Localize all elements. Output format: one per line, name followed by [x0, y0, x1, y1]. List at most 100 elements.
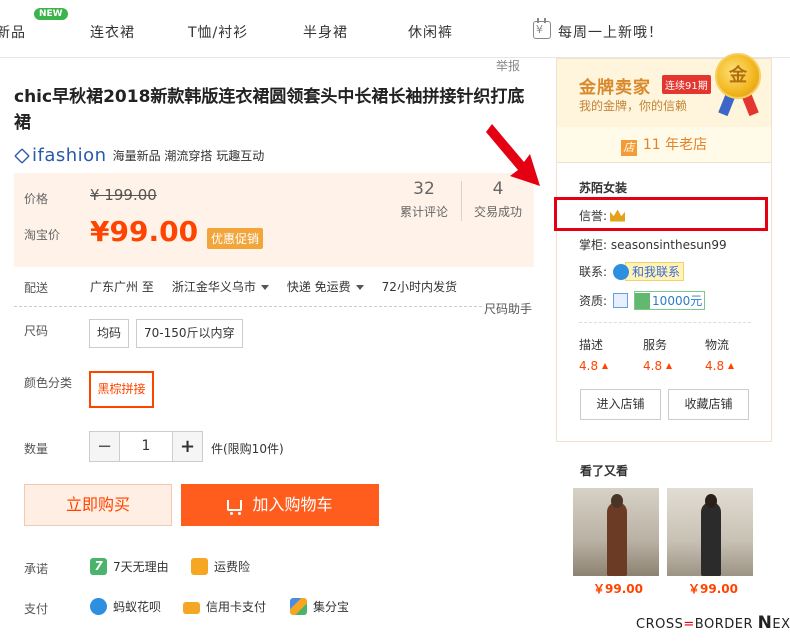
id-card-icon[interactable] [613, 293, 629, 308]
truck-icon [191, 558, 208, 575]
decrement-button[interactable]: − [89, 431, 120, 462]
keeper-row: 掌柜: seasonsinthesun99 [579, 236, 727, 253]
cart-icon [227, 500, 243, 515]
credit-highlight-box [554, 197, 768, 231]
ship-method: 快递 免运费 [286, 280, 351, 294]
score-service: 服务 4.8 [643, 336, 673, 373]
shop-years-label: 11 年老店 [642, 137, 708, 153]
contact-seller-button[interactable]: 和我联系 [613, 262, 685, 281]
review-stat[interactable]: 32 累计评论 [394, 179, 454, 220]
also-viewed-thumb-2[interactable] [667, 488, 753, 576]
promo-badge[interactable]: 优惠促销 [207, 228, 264, 249]
chevron-down-icon [260, 285, 269, 290]
divider [579, 322, 751, 323]
jifenbao-icon [290, 598, 307, 615]
review-count: 32 [413, 179, 435, 199]
color-label: 颜色分类 [24, 376, 73, 390]
enter-shop-button[interactable]: 进入店铺 [580, 389, 661, 420]
score-name: 描述 [579, 338, 604, 352]
gold-seller-subtitle: 我的金牌，你的信赖 [579, 99, 688, 113]
brand-row: ifashion 海量新品 潮流穿搭 玩趣互动 [14, 145, 264, 166]
nav-item-dress[interactable]: 连衣裙 [90, 22, 135, 42]
huabei-icon [90, 598, 107, 615]
seven-day-icon: 7 [90, 558, 107, 575]
ship-method-selector[interactable]: 快递 免运费 [287, 278, 364, 295]
thumb-price-2: ￥99.00 [688, 582, 738, 596]
nav-item-pants[interactable]: 休闲裤 [408, 22, 453, 42]
qualification-row: 资质: 10000元 [579, 291, 706, 310]
nav-item-skirt[interactable]: 半身裙 [303, 22, 348, 42]
watermark: CROSS=BORDER NEXT [636, 613, 790, 633]
qualification-label: 资质: [579, 294, 608, 308]
brand-name: ifashion [32, 145, 107, 166]
buy-now-button[interactable]: 立即购买 [24, 484, 172, 526]
deposit-badge[interactable]: 10000元 [634, 291, 706, 310]
score-name: 服务 [643, 338, 668, 352]
size-option-free[interactable]: 均码 [89, 319, 130, 348]
brand-slogan: 海量新品 潮流穿搭 玩趣互动 [112, 149, 265, 163]
model-head [611, 494, 623, 508]
favorite-shop-button[interactable]: 收藏店铺 [668, 389, 749, 420]
shipping-row: 广东广州 至 浙江金华义乌市 快递 免运费 72小时内发货 [90, 278, 457, 295]
ship-time: 72小时内发货 [381, 280, 457, 294]
also-viewed-thumb-1[interactable] [573, 488, 659, 576]
size-option-range[interactable]: 70-150斤以内穿 [136, 319, 243, 348]
watermark-mid: BORDER [694, 617, 753, 632]
ship-from: 广东广州 至 [90, 280, 154, 294]
add-to-cart-label: 加入购物车 [252, 495, 333, 514]
payment-huabei-label: 蚂蚁花呗 [113, 600, 162, 614]
color-option-selected[interactable]: 黑棕拼接 [89, 371, 154, 408]
shop-name[interactable]: 苏陌女装 [579, 179, 627, 196]
model-head [705, 494, 717, 508]
score-name: 物流 [705, 338, 730, 352]
quantity-input[interactable]: 1 [120, 431, 172, 462]
calendar-icon: ¥ [533, 18, 551, 39]
ship-to-selector[interactable]: 浙江金华义乌市 [172, 278, 269, 295]
model-figure [701, 502, 721, 576]
ifashion-mark-icon [14, 147, 30, 164]
keeper-name[interactable]: seasonsinthesun99 [611, 238, 727, 252]
chevron-down-icon [355, 285, 364, 290]
contact-label: 联系: [579, 265, 608, 279]
new-badge: NEW [34, 8, 68, 20]
quantity-label: 数量 [24, 442, 49, 456]
arrow-up-icon [666, 363, 673, 369]
ifashion-logo[interactable]: ifashion [14, 145, 107, 166]
promise-shipping-insurance[interactable]: 运费险 [191, 558, 250, 575]
report-link[interactable]: 举报 [496, 57, 520, 74]
model-figure [607, 502, 627, 576]
payment-label: 支付 [24, 602, 49, 616]
watermark-left: CROSS [636, 617, 684, 632]
nav-weekly[interactable]: 每周一上新哦！ [558, 22, 663, 42]
seller-panel: 金牌卖家 连续91期 我的金牌，你的信赖 金 店 11 年老店 苏陌女装 信誉: … [556, 53, 772, 442]
watermark-sep: = [683, 617, 695, 632]
contact-seller-label: 和我联系 [625, 262, 685, 281]
promise-7day-label: 7天无理由 [113, 560, 169, 574]
increment-button[interactable]: + [172, 431, 203, 462]
price-box: 价格 ¥ 199.00 淘宝价 ¥99.00 优惠促销 32 累计评论 4 交易… [14, 173, 534, 267]
payment-jifenbao[interactable]: 集分宝 [290, 598, 349, 615]
score-value: 4.8 [705, 359, 725, 373]
quantity-stepper: − 1 + [89, 431, 203, 462]
size-help-link[interactable]: 尺码助手 [484, 300, 532, 317]
score-description: 描述 4.8 [579, 336, 609, 373]
gold-medal-icon: 金 [715, 53, 761, 99]
add-to-cart-button[interactable]: 加入购物车 [181, 484, 379, 526]
promise-7day[interactable]: 7 7天无理由 [90, 558, 169, 575]
promise-label: 承诺 [24, 562, 49, 576]
size-label: 尺码 [24, 324, 49, 338]
nav-item-tshirt[interactable]: T恤/衬衫 [188, 22, 248, 42]
deposit-amount: 10000元 [652, 294, 703, 308]
shop-icon: 店 [620, 140, 637, 156]
payment-huabei[interactable]: 蚂蚁花呗 [90, 598, 161, 615]
original-price: ¥ 199.00 [90, 186, 157, 204]
shield-icon [635, 292, 651, 309]
ship-to: 浙江金华义乌市 [171, 280, 256, 294]
payment-credit-card[interactable]: 信用卡支付 [183, 598, 266, 615]
taobao-price-label: 淘宝价 [24, 228, 61, 242]
stat-divider [461, 181, 462, 221]
quantity-limit-note: 件(限购10件) [211, 442, 284, 456]
score-value: 4.8 [579, 359, 599, 373]
watermark-initial: N [757, 613, 773, 633]
nav-item-new[interactable]: 新品 [0, 22, 26, 42]
